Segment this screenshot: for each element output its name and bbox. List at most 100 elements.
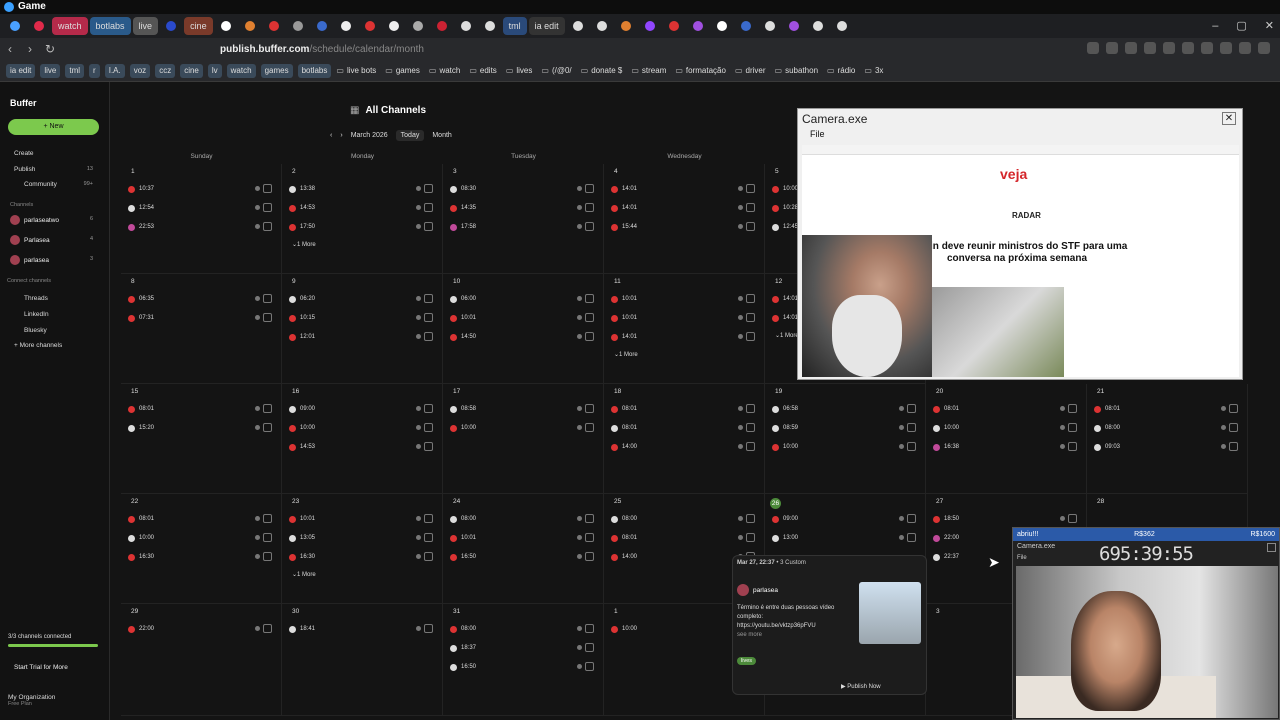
scheduled-post[interactable]: 16:50	[450, 662, 596, 672]
calendar-day[interactable]: 20 08:01 10:00 16:38	[926, 384, 1087, 494]
bookmark-item[interactable]: lv	[207, 63, 222, 78]
scheduled-post[interactable]: 08:01	[128, 514, 274, 524]
scheduled-post[interactable]: 08:01	[611, 423, 757, 433]
start-trial-button[interactable]: Start Trial for More	[14, 664, 68, 671]
tab-icon-12[interactable]	[567, 17, 589, 35]
scheduled-post[interactable]: 14:35	[450, 203, 596, 213]
bookmark-item[interactable]: voz	[129, 63, 151, 78]
calendar-day[interactable]: 15 08:01 15:20	[121, 384, 282, 494]
bookmark-folder[interactable]: donate $	[581, 64, 627, 78]
scheduled-post[interactable]: 10:37	[128, 184, 274, 194]
tab-icon-20[interactable]	[831, 17, 853, 35]
more-posts-link[interactable]: 1 More	[292, 571, 316, 578]
chrome-icon[interactable]	[4, 17, 26, 35]
calendar-day[interactable]: 31 08:00 18:37 16:50	[443, 604, 604, 716]
bookmark-item[interactable]: watch	[226, 63, 256, 78]
more-channels-link[interactable]: + More channels	[14, 342, 62, 349]
tab-watch[interactable]: watch	[52, 17, 88, 35]
file-menu[interactable]: File	[810, 129, 825, 139]
tab-icon-5[interactable]	[335, 17, 357, 35]
prev-month-icon[interactable]: ‹	[330, 132, 332, 139]
scheduled-post[interactable]: 14:53	[289, 203, 435, 213]
file-menu[interactable]: File	[1017, 555, 1027, 561]
scheduled-post[interactable]: 10:00	[933, 423, 1079, 433]
extension-icon[interactable]	[1220, 42, 1232, 54]
publish-now-button[interactable]: ▶ Publish Now	[841, 683, 881, 690]
bookmark-folder[interactable]: lives	[506, 64, 537, 78]
tab-icon-3[interactable]	[287, 17, 309, 35]
tab-icon-2[interactable]	[263, 17, 285, 35]
close-icon[interactable]: ✕	[1222, 112, 1236, 125]
scheduled-post[interactable]: 16:50	[450, 552, 596, 562]
bookmark-item[interactable]: cine	[180, 63, 203, 78]
connect-linkedin[interactable]: LinkedIn	[24, 311, 49, 318]
calendar-day[interactable]: 24 08:00 10:01 16:50	[443, 494, 604, 604]
bookmark-folder[interactable]: live bots	[336, 64, 380, 78]
calendar-day[interactable]: 3 08:30 14:35 17:58	[443, 164, 604, 274]
scheduled-post[interactable]: 08:00	[1094, 423, 1240, 433]
scheduled-post[interactable]: 06:20	[289, 294, 435, 304]
scheduled-post[interactable]: 10:01	[611, 294, 757, 304]
scheduled-post[interactable]: 06:35	[128, 294, 274, 304]
bookmark-item[interactable]: games	[260, 63, 293, 78]
calendar-day[interactable]: 11 10:01 10:01 14:01 1 More	[604, 274, 765, 384]
bookmark-folder[interactable]: rádio	[827, 64, 859, 78]
scheduled-post[interactable]: 06:00	[450, 294, 596, 304]
scheduled-post[interactable]: 09:03	[1094, 442, 1240, 452]
close-icon[interactable]	[1267, 543, 1276, 552]
scheduled-post[interactable]: 10:00	[128, 533, 274, 543]
tab-icon-4[interactable]	[311, 17, 333, 35]
org-switcher[interactable]: My Organization Free Plan	[8, 694, 55, 707]
scheduled-post[interactable]: 13:38	[289, 184, 435, 194]
scheduled-post[interactable]: 13:00	[772, 533, 918, 543]
tab-icon-18[interactable]	[783, 17, 805, 35]
scheduled-post[interactable]: 14:01	[611, 203, 757, 213]
scheduled-post[interactable]: 16:30	[289, 552, 435, 562]
reload-icon[interactable]: ↻	[40, 42, 60, 56]
scheduled-post[interactable]: 22:00	[128, 624, 274, 634]
scheduled-post[interactable]: 08:00	[450, 624, 596, 634]
scheduled-post[interactable]: 12:54	[128, 203, 274, 213]
extension-icon[interactable]	[1087, 42, 1099, 54]
next-month-icon[interactable]: ›	[340, 132, 342, 139]
bookmark-folder[interactable]: subathon	[775, 64, 822, 78]
scheduled-post[interactable]: 18:37	[450, 643, 596, 653]
scheduled-post[interactable]: 08:01	[1094, 404, 1240, 414]
calendar-day[interactable]: 22 08:01 10:00 16:30	[121, 494, 282, 604]
url-field[interactable]: publish.buffer.com/schedule/calendar/mon…	[220, 44, 424, 55]
tab-icon-13[interactable]	[615, 17, 637, 35]
tab-icon-16[interactable]	[735, 17, 757, 35]
scheduled-post[interactable]: 14:50	[450, 332, 596, 342]
nav-create[interactable]: Create	[14, 150, 34, 157]
channel-item[interactable]: parlasea	[10, 255, 49, 265]
scheduled-post[interactable]: 13:05	[289, 533, 435, 543]
tab-icon-19[interactable]	[807, 17, 829, 35]
tab-icon-17[interactable]	[759, 17, 781, 35]
extension-icon[interactable]	[1144, 42, 1156, 54]
see-more-link[interactable]: see more	[737, 632, 762, 638]
scheduled-post[interactable]: 14:53	[289, 442, 435, 452]
bookmark-item[interactable]: live	[40, 63, 61, 78]
scheduled-post[interactable]: 10:00	[772, 442, 918, 452]
google-icon-2[interactable]	[711, 17, 733, 35]
scheduled-post[interactable]: 14:00	[611, 442, 757, 452]
calendar-day[interactable]: 30 18:41	[282, 604, 443, 716]
scheduled-post[interactable]: 10:01	[450, 533, 596, 543]
twitch-icon[interactable]	[639, 17, 661, 35]
connect-bluesky[interactable]: Bluesky	[24, 327, 47, 334]
tab-icon-10[interactable]	[455, 17, 477, 35]
calendar-day[interactable]: 8 06:35 07:31	[121, 274, 282, 384]
extension-icon[interactable]	[1163, 42, 1175, 54]
bookmark-folder[interactable]: games	[385, 64, 424, 78]
scheduled-post[interactable]: 08:30	[450, 184, 596, 194]
extension-icon[interactable]	[1125, 42, 1137, 54]
tab-icon-9[interactable]	[431, 17, 453, 35]
scheduled-post[interactable]: 07:31	[128, 313, 274, 323]
bookmark-folder[interactable]: stream	[631, 64, 670, 78]
scheduled-post[interactable]: 08:01	[933, 404, 1079, 414]
today-button[interactable]: Today	[395, 130, 425, 141]
calendar-day[interactable]: 29 22:00	[121, 604, 282, 716]
extension-icon[interactable]	[1239, 42, 1251, 54]
tab-icon-8[interactable]	[407, 17, 429, 35]
scheduled-post[interactable]: 16:38	[933, 442, 1079, 452]
